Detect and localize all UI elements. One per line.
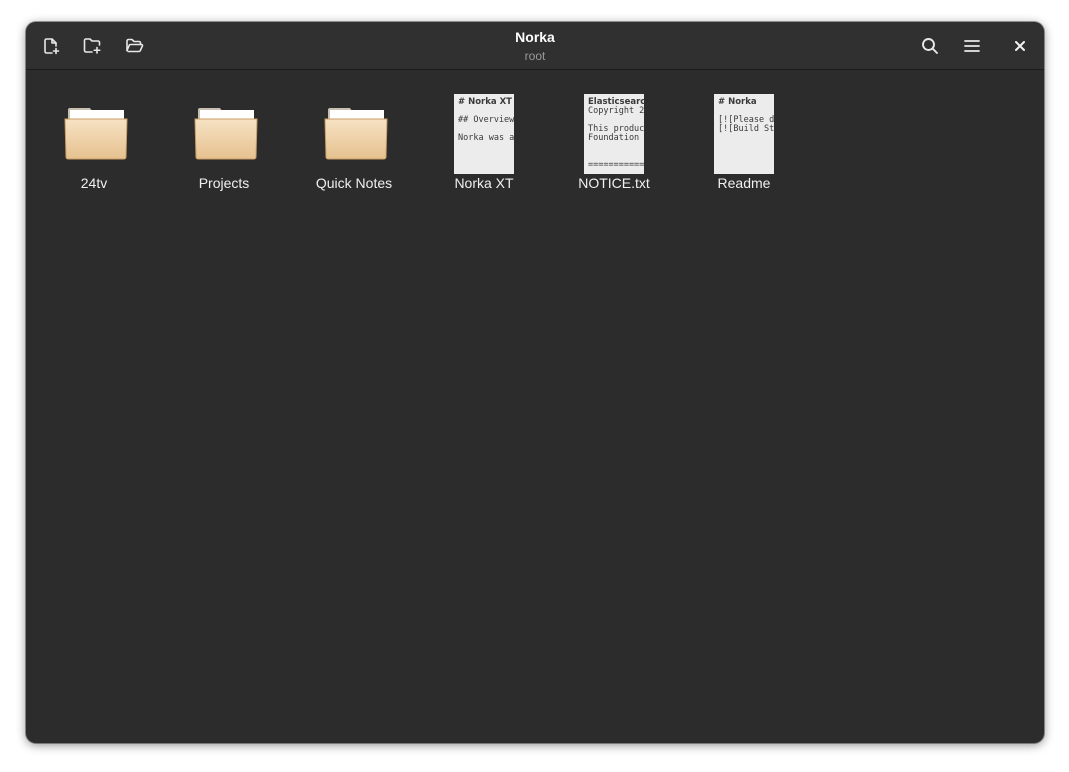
title-box: Norka root xyxy=(26,28,1044,64)
folder-icon xyxy=(194,106,258,160)
preview-line: ## Overview xyxy=(458,115,514,125)
preview-line: Norka was a xyxy=(458,133,514,143)
preview-line: ============== xyxy=(588,160,644,170)
item-label: Readme xyxy=(717,175,771,191)
document-item[interactable]: ElasticsearchCopyright 2 This productFou… xyxy=(549,82,679,191)
open-folder-button[interactable] xyxy=(118,30,150,62)
close-icon xyxy=(1015,41,1025,51)
preview-line: Foundation xyxy=(588,133,640,143)
preview-line: # Norka xyxy=(718,97,757,107)
new-folder-button[interactable] xyxy=(76,30,108,62)
item-label: Projects xyxy=(198,175,250,191)
close-button[interactable] xyxy=(1004,30,1036,62)
window-subtitle: root xyxy=(524,49,546,63)
search-icon xyxy=(921,37,939,55)
preview-line: Copyright 2 xyxy=(588,106,644,116)
item-label: Norka XT xyxy=(454,175,514,191)
folder-icon xyxy=(64,106,128,160)
folder-item[interactable]: 24tv xyxy=(29,82,159,191)
document-item[interactable]: # Norka XT ## Overview Norka was a Norka… xyxy=(419,82,549,191)
open-folder-icon xyxy=(125,37,144,55)
folder-icon xyxy=(324,106,388,160)
new-folder-icon xyxy=(83,37,102,55)
folder-item[interactable]: Quick Notes xyxy=(289,82,419,191)
menu-icon xyxy=(964,39,980,53)
item-label: NOTICE.txt xyxy=(578,175,650,191)
header-bar: Norka root xyxy=(26,22,1044,70)
item-label: Quick Notes xyxy=(315,175,393,191)
search-button[interactable] xyxy=(914,30,946,62)
norka-window: Norka root 24tv Projects Quick Notes # N… xyxy=(26,22,1044,743)
item-label: 24tv xyxy=(80,175,108,191)
file-grid: 24tv Projects Quick Notes # Norka XT ## … xyxy=(26,70,1044,743)
window-title: Norka xyxy=(515,29,555,45)
document-item[interactable]: # Norka [![Please d [![Build St Readme xyxy=(679,82,809,191)
document-preview: # Norka XT ## Overview Norka was a xyxy=(454,94,514,174)
preview-line: [![Build St xyxy=(718,124,774,134)
document-preview: ElasticsearchCopyright 2 This productFou… xyxy=(584,94,644,174)
new-document-icon xyxy=(42,37,60,55)
folder-item[interactable]: Projects xyxy=(159,82,289,191)
main-menu-button[interactable] xyxy=(956,30,988,62)
preview-line: # Norka XT xyxy=(458,97,512,107)
preview-line xyxy=(588,143,644,152)
document-preview: # Norka [![Please d [![Build St xyxy=(714,94,774,174)
new-document-button[interactable] xyxy=(35,30,67,62)
